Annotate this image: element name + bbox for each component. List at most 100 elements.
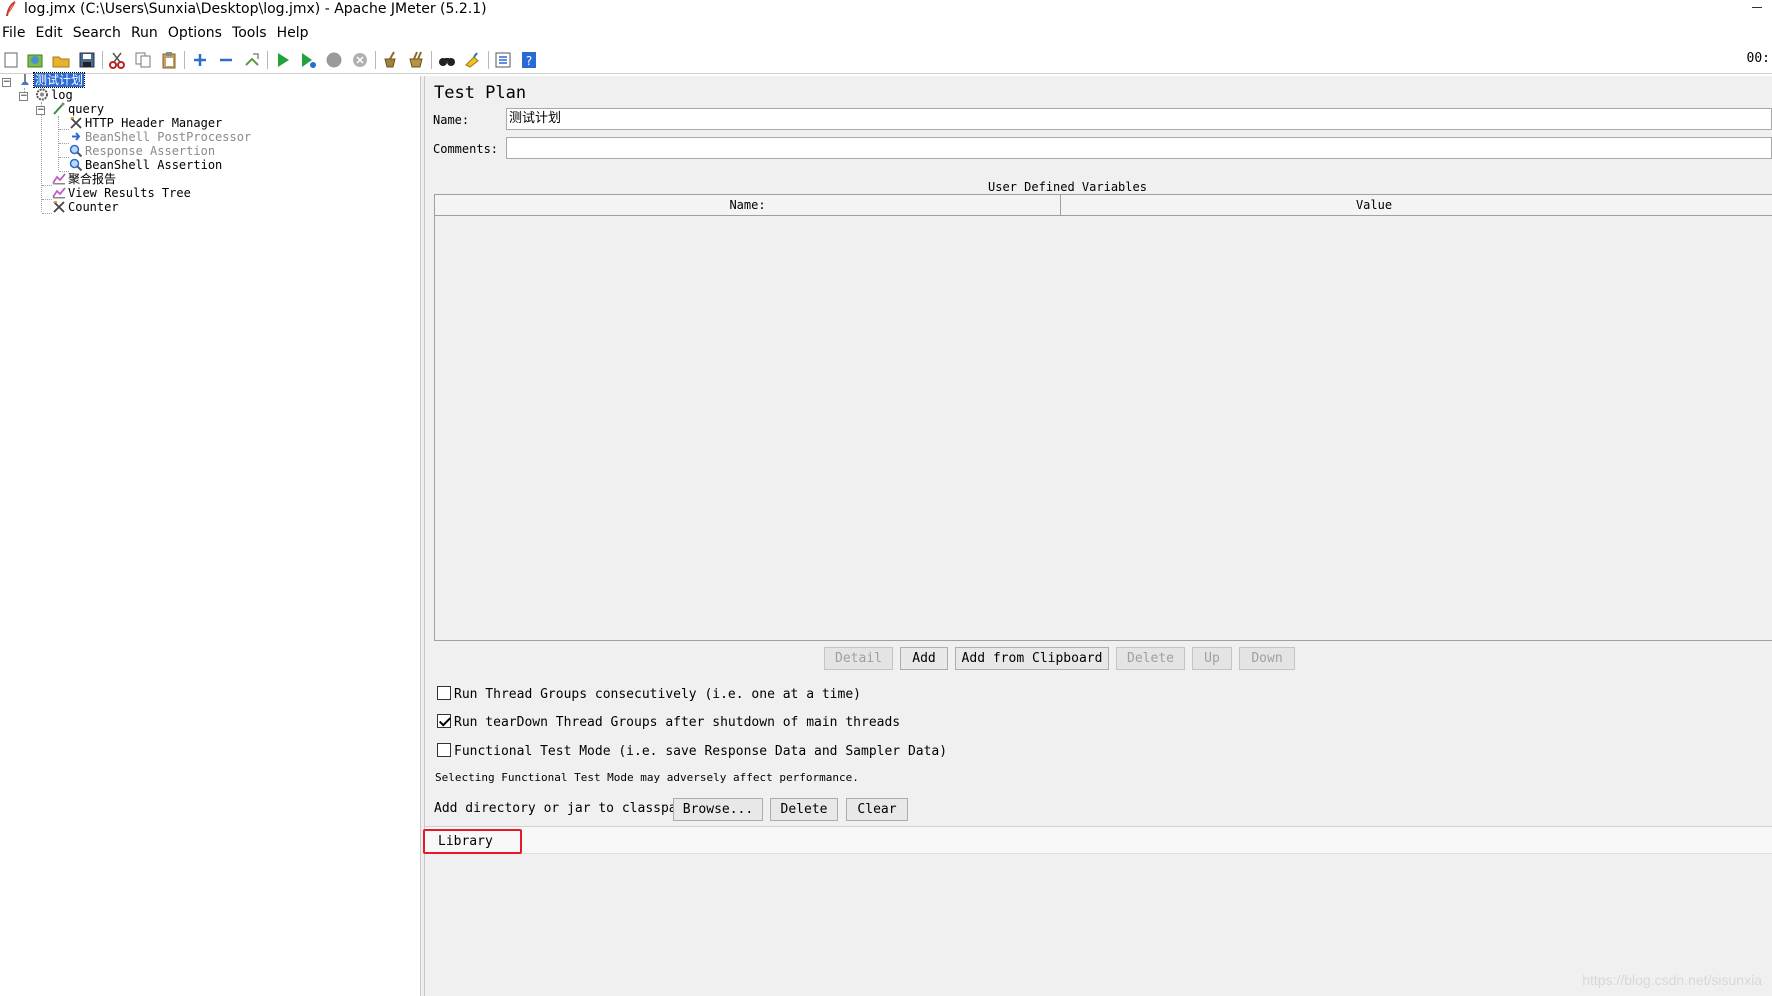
- menu-file[interactable]: File: [0, 22, 28, 44]
- templates-icon[interactable]: [24, 49, 46, 71]
- page-title: Test Plan: [434, 83, 527, 103]
- open-icon[interactable]: [50, 49, 72, 71]
- tree-connector: [42, 185, 52, 186]
- minimize-icon[interactable]: [1752, 7, 1762, 8]
- performance-note: Selecting Functional Test Mode may adver…: [435, 771, 859, 784]
- menu-edit[interactable]: Edit: [34, 22, 66, 44]
- tree-node-counter[interactable]: Counter: [52, 200, 119, 214]
- option-run-teardown[interactable]: Run tearDown Thread Groups after shutdow…: [437, 714, 900, 730]
- delete-variable-button[interactable]: Delete: [1116, 647, 1185, 670]
- tree-connector: [59, 157, 69, 158]
- toolbar-separator: [375, 51, 376, 69]
- tree-node-test-plan[interactable]: 测试计划: [18, 72, 86, 88]
- tree-connector: [42, 213, 52, 214]
- save-icon[interactable]: [76, 49, 98, 71]
- clear-classpath-button[interactable]: Clear: [846, 798, 908, 821]
- title-bar: log.jmx (C:\Users\Sunxia\Desktop\log.jmx…: [0, 0, 1772, 20]
- comments-label: Comments:: [433, 142, 499, 156]
- tree-node-beanshell-assertion[interactable]: BeanShell Assertion: [69, 158, 222, 172]
- toolbar: ? 00:: [0, 46, 1772, 74]
- postprocessor-icon: [72, 132, 81, 141]
- checkbox[interactable]: [437, 743, 451, 757]
- menu-run[interactable]: Run: [129, 22, 161, 44]
- collapse-toggle[interactable]: −: [19, 92, 28, 101]
- tree-connector: [42, 199, 52, 200]
- collapse-toggle[interactable]: −: [36, 106, 45, 115]
- tree-node-sampler[interactable]: query: [52, 102, 104, 116]
- elapsed-time: 00:: [1746, 51, 1770, 66]
- tree-node-thread-group[interactable]: log: [35, 88, 73, 102]
- thread-group-icon: [36, 88, 48, 101]
- checkbox-checked[interactable]: [437, 714, 451, 728]
- svg-text:?: ?: [526, 54, 532, 68]
- search-icon[interactable]: [436, 49, 458, 71]
- up-button[interactable]: Up: [1192, 647, 1232, 670]
- classpath-label: Add directory or jar to classpath: [434, 801, 693, 816]
- tree-connector: [59, 143, 69, 144]
- collapse-toggle[interactable]: −: [2, 78, 11, 87]
- start-no-pauses-icon[interactable]: [297, 49, 319, 71]
- test-plan-icon: [21, 74, 29, 85]
- test-plan-editor: Test Plan Name: 测试计划 Comments: User Defi…: [423, 76, 1772, 996]
- paste-icon[interactable]: [158, 49, 180, 71]
- delete-classpath-button[interactable]: Delete: [770, 798, 838, 821]
- detail-button[interactable]: Detail: [824, 647, 893, 670]
- listener-icon: [52, 173, 66, 185]
- add-from-clipboard-button[interactable]: Add from Clipboard: [955, 647, 1109, 670]
- toolbar-separator: [184, 51, 185, 69]
- menu-search[interactable]: Search: [71, 22, 124, 44]
- new-icon[interactable]: [0, 49, 22, 71]
- config-icon: [70, 117, 82, 129]
- column-header-name[interactable]: Name:: [435, 195, 1060, 216]
- down-button[interactable]: Down: [1239, 647, 1295, 670]
- comments-field[interactable]: [506, 137, 1772, 159]
- table-header: Name: Value: [435, 195, 1772, 216]
- sampler-icon: [53, 102, 65, 115]
- tree-node-postprocessor[interactable]: BeanShell PostProcessor: [69, 130, 251, 144]
- option-functional-mode[interactable]: Functional Test Mode (i.e. save Response…: [437, 743, 947, 759]
- test-plan-tree[interactable]: − − − 测试计划 log query HTTP Header Manager…: [0, 72, 420, 996]
- toolbar-separator: [431, 51, 432, 69]
- tree-node-view-results-tree[interactable]: View Results Tree: [52, 186, 191, 200]
- jmeter-feather-icon: [6, 1, 16, 17]
- window-title: log.jmx (C:\Users\Sunxia\Desktop\log.jmx…: [24, 1, 487, 17]
- toolbar-separator: [102, 51, 103, 69]
- clear-all-icon[interactable]: [405, 49, 427, 71]
- column-header-value[interactable]: Value: [1061, 195, 1687, 216]
- user-defined-variables-table[interactable]: Name: Value: [434, 194, 1772, 641]
- highlight-box: [423, 829, 522, 854]
- stop-icon[interactable]: [323, 49, 345, 71]
- menu-tools[interactable]: Tools: [230, 22, 270, 44]
- library-list[interactable]: Library: [423, 826, 1772, 854]
- checkbox[interactable]: [437, 686, 451, 700]
- assertion-icon: [69, 144, 83, 157]
- help-icon[interactable]: ?: [518, 49, 540, 71]
- config-icon: [53, 201, 65, 213]
- menu-bar: File Edit Search Run Options Tools Help: [0, 22, 1772, 44]
- toolbar-separator: [488, 51, 489, 69]
- copy-icon[interactable]: [132, 49, 154, 71]
- tree-connector: [59, 129, 69, 130]
- expand-icon[interactable]: [189, 49, 211, 71]
- collapse-icon[interactable]: [215, 49, 237, 71]
- name-field[interactable]: 测试计划: [506, 108, 1772, 130]
- add-button[interactable]: Add: [900, 647, 948, 670]
- function-helper-icon[interactable]: [492, 49, 514, 71]
- menu-help[interactable]: Help: [275, 22, 312, 44]
- tree-node-header-manager[interactable]: HTTP Header Manager: [69, 116, 222, 130]
- toolbar-separator: [267, 51, 268, 69]
- assertion-icon: [69, 158, 83, 171]
- clear-icon[interactable]: [379, 49, 401, 71]
- reset-search-icon[interactable]: [462, 49, 484, 71]
- option-run-consecutively[interactable]: Run Thread Groups consecutively (i.e. on…: [437, 686, 861, 702]
- menu-options[interactable]: Options: [166, 22, 225, 44]
- browse-button[interactable]: Browse...: [673, 798, 763, 821]
- cut-icon[interactable]: [106, 49, 128, 71]
- toggle-icon[interactable]: [241, 49, 263, 71]
- start-icon[interactable]: [272, 49, 294, 71]
- tree-node-response-assertion[interactable]: Response Assertion: [69, 144, 215, 158]
- tree-connector: [41, 102, 42, 212]
- shutdown-icon[interactable]: [349, 49, 371, 71]
- name-label: Name:: [433, 113, 470, 127]
- tree-node-aggregate-report[interactable]: 聚合报告: [52, 172, 116, 186]
